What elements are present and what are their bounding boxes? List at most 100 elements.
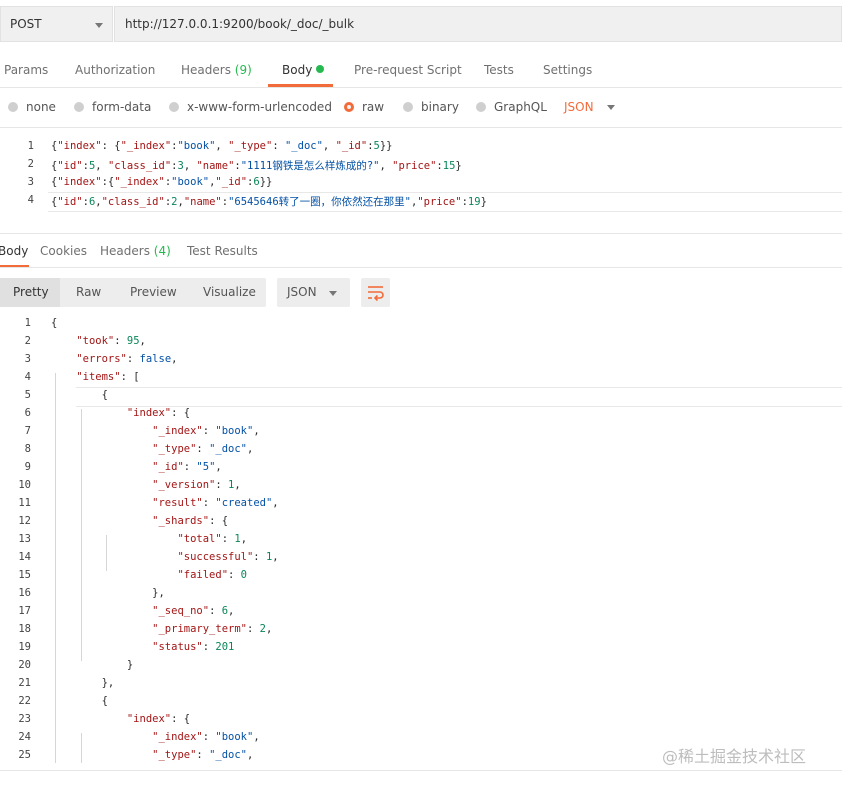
- line-number: 22: [18, 695, 31, 707]
- active-line-highlight: [76, 387, 842, 407]
- radio-icon: [74, 102, 84, 112]
- tab-params[interactable]: Params: [4, 63, 48, 77]
- radio-form-data[interactable]: form-data: [74, 100, 151, 114]
- url-input[interactable]: http://127.0.0.1:9200/book/_doc/_bulk: [114, 6, 842, 42]
- radio-urlencoded-label: x-www-form-urlencoded: [187, 100, 332, 114]
- body-format-label: JSON: [564, 100, 594, 114]
- radio-none[interactable]: none: [8, 100, 56, 114]
- divider: [0, 770, 842, 771]
- divider: [0, 267, 842, 268]
- tab-settings[interactable]: Settings: [543, 63, 592, 77]
- line-number: 9: [24, 461, 31, 473]
- radio-icon: [8, 102, 18, 112]
- tab-response-body[interactable]: Body: [0, 244, 28, 258]
- indent-guide: [80, 733, 82, 763]
- tab-body[interactable]: Body: [282, 63, 325, 77]
- line-number: 1: [27, 140, 34, 152]
- response-headers-count-badge: (4): [153, 244, 171, 258]
- body-status-dot-icon: [316, 65, 325, 73]
- response-line: "successful": 1,: [177, 551, 279, 563]
- line-number: 17: [18, 605, 31, 617]
- radio-binary-label: binary: [421, 100, 459, 114]
- line-number: 12: [18, 515, 31, 527]
- response-line: "_version": 1,: [152, 479, 241, 491]
- response-line: "_primary_term": 2,: [152, 623, 273, 635]
- view-visualize-button[interactable]: Visualize: [203, 285, 256, 299]
- request-body-line: {"id":5, "class_id":3, "name":"1111钢铁是怎么…: [51, 160, 462, 172]
- line-number: 8: [24, 443, 31, 455]
- response-line: {: [51, 317, 58, 329]
- radio-binary[interactable]: binary: [403, 100, 459, 114]
- response-line: }: [51, 659, 134, 671]
- indent-guide: [54, 373, 56, 763]
- tab-test-results[interactable]: Test Results: [187, 244, 258, 258]
- indent-guide: [80, 409, 82, 661]
- tab-headers-label: Headers: [181, 63, 231, 77]
- tab-cookies-label: Cookies: [40, 244, 87, 258]
- response-line: },: [51, 587, 165, 599]
- response-line: "_id": "5",: [152, 461, 222, 473]
- tab-test-results-label: Test Results: [187, 244, 258, 258]
- response-body-viewer[interactable]: 1 {2 "took": 95, 3 "errors": false, 4 "item…: [0, 317, 842, 763]
- tab-pre-request-script[interactable]: Pre-request Script: [354, 63, 462, 77]
- radio-urlencoded[interactable]: x-www-form-urlencoded: [169, 100, 332, 114]
- radio-selected-icon: [344, 102, 354, 112]
- request-body-line: {"index": {"_index":"book", "_type": "_d…: [51, 140, 393, 152]
- line-number: 10: [18, 479, 31, 491]
- line-number: 11: [18, 497, 31, 509]
- tab-response-headers[interactable]: Headers (4): [100, 244, 171, 258]
- line-number: 13: [18, 533, 31, 545]
- view-pretty-label: Pretty: [13, 285, 49, 299]
- line-number: 16: [18, 587, 31, 599]
- tab-body-label: Body: [282, 63, 313, 77]
- response-line: "_seq_no": 6,: [152, 605, 235, 617]
- line-number: 19: [18, 641, 31, 653]
- response-line: },: [51, 677, 115, 689]
- line-number: 2: [24, 335, 31, 347]
- chevron-down-icon: [329, 291, 337, 296]
- radio-raw-label: raw: [362, 100, 385, 114]
- body-format-select[interactable]: JSON: [564, 100, 594, 114]
- radio-icon: [476, 102, 486, 112]
- response-line: "status": 201: [152, 641, 235, 653]
- chevron-down-icon: [607, 105, 615, 110]
- response-line: "index": {: [126, 407, 191, 419]
- line-number: 24: [18, 731, 31, 743]
- indent-guide: [106, 535, 108, 571]
- response-line: "_shards": {: [152, 515, 229, 527]
- tab-response-headers-label: Headers: [100, 244, 150, 258]
- divider: [0, 127, 842, 128]
- line-number: 1: [24, 317, 31, 329]
- view-preview-button[interactable]: Preview: [130, 285, 177, 299]
- request-body-line: {"id":6,"class_id":2,"name":"6545646转了一圈…: [51, 196, 487, 208]
- radio-raw[interactable]: raw: [344, 100, 384, 114]
- chevron-down-icon: [95, 23, 103, 28]
- response-format-select[interactable]: JSON: [277, 278, 350, 307]
- response-line: "_index": "book",: [152, 425, 260, 437]
- line-number: 23: [18, 713, 31, 725]
- divider: [0, 233, 842, 234]
- line-number: 18: [18, 623, 31, 635]
- radio-graphql-label: GraphQL: [494, 100, 547, 114]
- line-number: 21: [18, 677, 31, 689]
- response-line: "took": 95,: [76, 335, 146, 347]
- request-body-editor[interactable]: 1 {"index": {"_index":"book", "_type": "_…: [0, 140, 842, 230]
- tab-authorization[interactable]: Authorization: [75, 63, 155, 77]
- method-label: POST: [10, 17, 42, 31]
- tab-cookies[interactable]: Cookies: [40, 244, 87, 258]
- tab-headers[interactable]: Headers (9): [181, 63, 252, 77]
- wrap-lines-button[interactable]: [361, 278, 390, 307]
- tab-pre-request-label: Pre-request Script: [354, 63, 462, 77]
- radio-icon: [169, 102, 179, 112]
- tab-tests[interactable]: Tests: [484, 63, 514, 77]
- radio-form-data-label: form-data: [92, 100, 152, 114]
- response-line: "_index": "book",: [152, 731, 260, 743]
- radio-graphql[interactable]: GraphQL: [476, 100, 547, 114]
- line-number: 3: [24, 353, 31, 365]
- method-select[interactable]: POST: [0, 6, 113, 42]
- line-number: 5: [24, 389, 31, 401]
- view-raw-button[interactable]: Raw: [76, 285, 101, 299]
- response-line: "index": {: [126, 713, 191, 725]
- line-number: 2: [27, 158, 34, 170]
- watermark: @稀土掘金技术社区: [662, 747, 807, 766]
